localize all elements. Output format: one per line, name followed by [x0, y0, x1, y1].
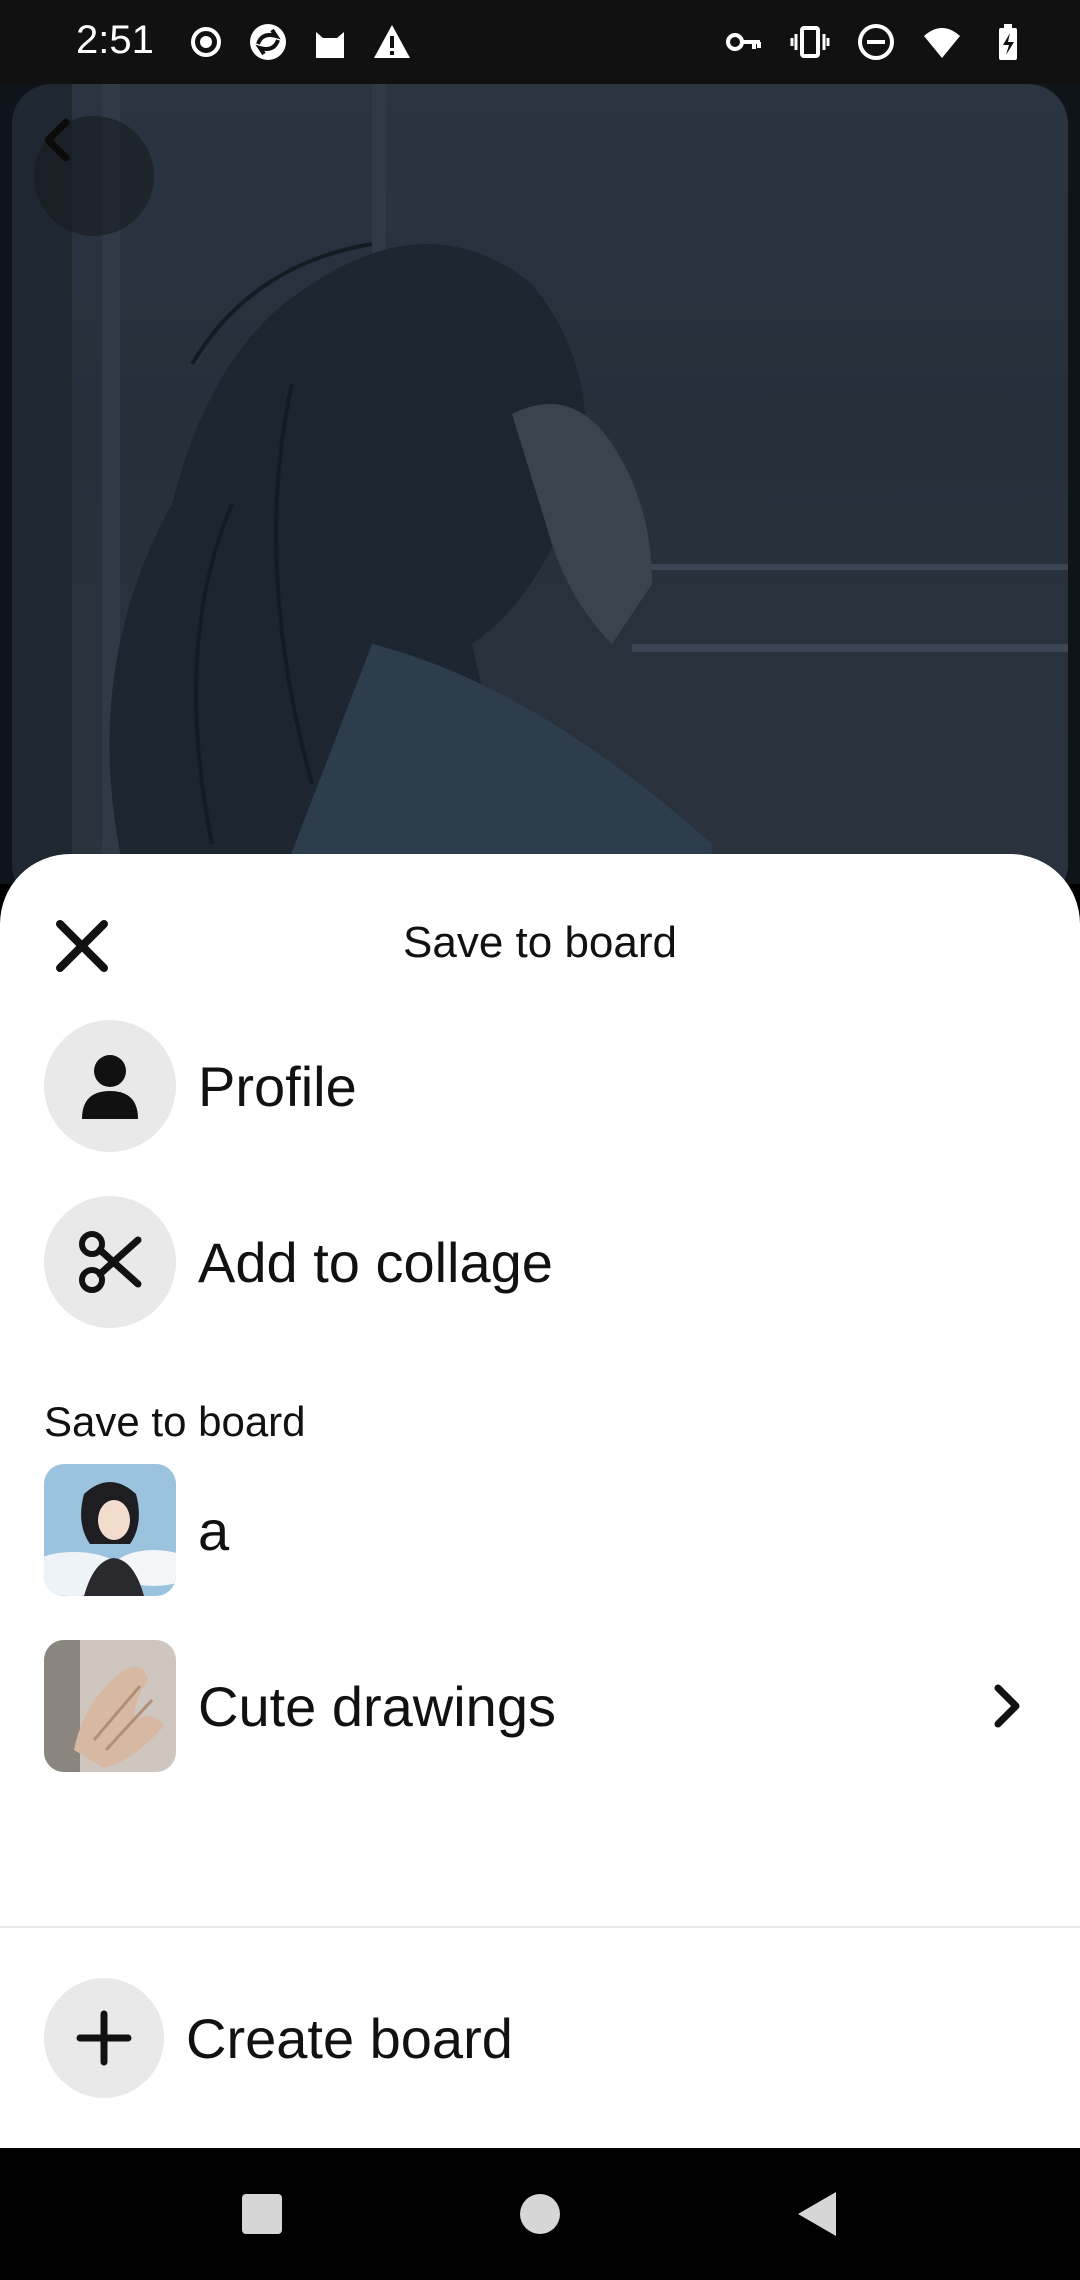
sheet-header: Save to board [0, 854, 1080, 1004]
recents-square-icon [242, 2194, 282, 2234]
person-icon [82, 1055, 138, 1119]
create-board-button[interactable]: Create board [44, 1978, 513, 2098]
chevron-left-icon [44, 118, 70, 162]
system-nav-bar [0, 2148, 1080, 2280]
boards-section-label: Save to board [44, 1398, 306, 1445]
sync-icon [250, 24, 286, 60]
cat-icon [316, 32, 344, 58]
anime-girl-thumbnail [44, 1464, 176, 1596]
board-list[interactable]: a Cute drawings [0, 1464, 1080, 1780]
recents-button[interactable] [232, 2184, 292, 2244]
nav-back-button[interactable] [788, 2184, 848, 2244]
vibrate-icon [790, 26, 830, 58]
pin-illustration [12, 84, 1068, 884]
board-thumbnail [44, 1464, 176, 1596]
profile-icon-circle [44, 1020, 176, 1152]
sheet-title: Save to board [403, 918, 677, 967]
profile-option-label: Profile [198, 1054, 357, 1118]
pin-image [12, 84, 1068, 884]
wifi-icon [924, 28, 960, 58]
board-thumbnail [44, 1640, 176, 1772]
back-button[interactable] [34, 116, 154, 236]
do-not-disturb-icon [858, 24, 894, 60]
board-item-a[interactable]: a [44, 1464, 1040, 1596]
add-to-collage-label: Add to collage [198, 1230, 553, 1294]
pin-image-backdrop [0, 84, 1080, 884]
create-icon-circle [44, 1978, 164, 2098]
board-name: Cute drawings [198, 1674, 556, 1738]
chevron-right-icon [994, 1684, 1020, 1728]
back-triangle-icon [798, 2192, 836, 2236]
status-time: 2:51 [76, 18, 154, 62]
warning-icon [374, 25, 410, 58]
scissors-icon [79, 1231, 142, 1293]
sheet-footer: Create board [0, 1926, 1080, 2148]
battery-charging-icon [999, 24, 1017, 60]
plus-icon [76, 2010, 132, 2066]
board-name: a [198, 1498, 230, 1562]
profile-option[interactable]: Profile [44, 1020, 1044, 1152]
home-circle-icon [520, 2194, 560, 2234]
collage-icon-circle [44, 1196, 176, 1328]
sketch-hand-thumbnail [44, 1640, 176, 1772]
save-to-board-sheet: Save to board Profile Add to collage Sav… [0, 854, 1080, 2148]
create-board-label: Create board [186, 2006, 513, 2070]
status-notification-icons [186, 22, 412, 62]
home-button[interactable] [510, 2184, 570, 2244]
board-item-cute-drawings[interactable]: Cute drawings [44, 1640, 1040, 1772]
add-to-collage-option[interactable]: Add to collage [44, 1196, 1044, 1328]
vpn-key-icon [726, 33, 761, 51]
record-icon [191, 27, 221, 57]
status-bar: 2:51 [0, 0, 1080, 84]
status-system-icons [724, 22, 1028, 62]
